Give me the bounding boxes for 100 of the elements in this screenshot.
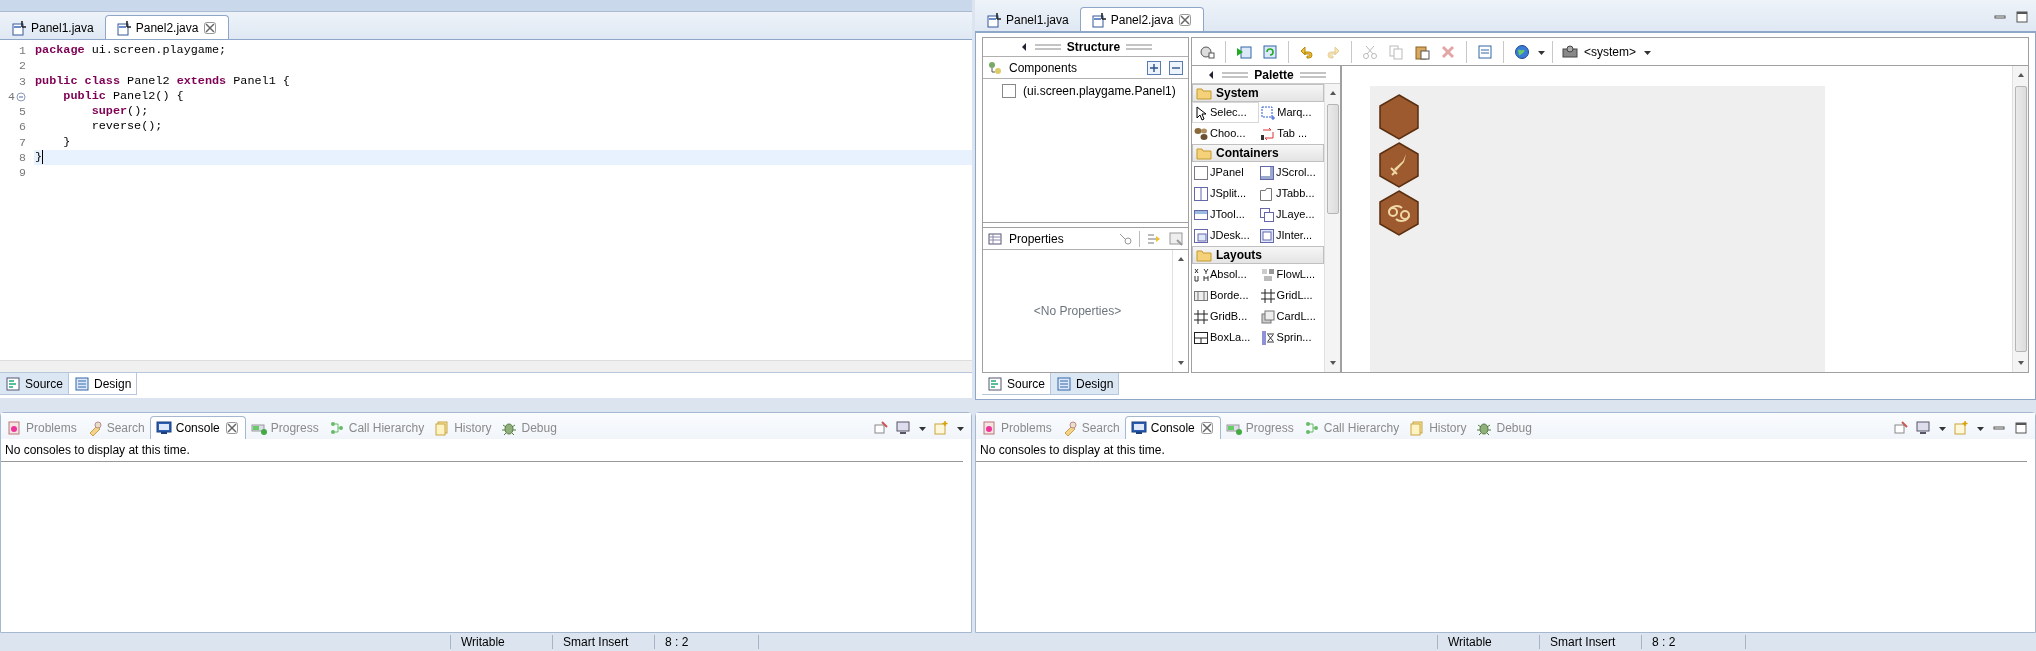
console-icon: [1130, 420, 1147, 436]
palette-category[interactable]: Layouts: [1192, 246, 1324, 264]
status-field: 8 : 2: [1641, 635, 1745, 649]
status-field: Smart Insert: [1539, 635, 1641, 649]
zodiac-tile-icon: [1378, 190, 1420, 236]
panel-title: Palette: [1254, 66, 1294, 84]
view-tab[interactable]: Console: [1124, 416, 1221, 439]
editor-mode-tab[interactable]: Design: [69, 373, 138, 395]
editor-tab[interactable]: Panel2.java: [104, 15, 230, 39]
grip-icon: [1299, 69, 1326, 80]
hierarchy-icon: [328, 419, 345, 436]
console-icon: [155, 420, 172, 436]
close-icon[interactable]: [1198, 420, 1215, 436]
java-file-icon: [115, 19, 132, 36]
line-number: 7: [18, 134, 27, 151]
fold-icon[interactable]: [16, 91, 26, 102]
editor-mode-tab[interactable]: Source: [982, 373, 1052, 395]
form-icon: [1477, 43, 1493, 60]
close-icon[interactable]: [223, 420, 240, 436]
tab-order-icon: [1260, 125, 1277, 142]
line-number: 9: [18, 165, 27, 181]
tree-item[interactable]: (ui.screen.playgame.Panel1): [1023, 82, 1176, 100]
internal-frame-icon: [1259, 227, 1275, 244]
palette-item[interactable]: Borde...: [1192, 285, 1259, 306]
line-number: 2: [18, 58, 27, 74]
status-field: Smart Insert: [552, 635, 654, 649]
pin-icon[interactable]: [873, 420, 889, 436]
maximize-icon[interactable]: [2013, 420, 2029, 436]
palette-item[interactable]: BoxLa...: [1192, 327, 1259, 348]
maximize-icon[interactable]: [2014, 9, 2030, 25]
java-file-icon: [986, 11, 1002, 28]
expand-all-icon[interactable]: [1146, 59, 1162, 76]
editor-tab[interactable]: Panel2.java: [1079, 7, 1205, 31]
palette-item[interactable]: Selec...: [1192, 102, 1260, 123]
status-field: Writable: [450, 635, 552, 649]
palette-item[interactable]: JInter...: [1258, 225, 1324, 246]
editor-tab[interactable]: Panel1.java: [975, 7, 1080, 31]
palette-item[interactable]: GridL...: [1258, 285, 1324, 306]
close-icon[interactable]: [1177, 11, 1194, 28]
palette-item[interactable]: JTool...: [1192, 204, 1258, 225]
layered-pane-icon: [1259, 206, 1275, 223]
vertical-scrollbar[interactable]: [2012, 66, 2028, 372]
palette-item[interactable]: JTabb...: [1258, 183, 1324, 204]
palette-item[interactable]: JLaye...: [1258, 204, 1324, 225]
monitor-icon[interactable]: [895, 420, 911, 436]
view-tab[interactable]: Console: [149, 416, 246, 439]
line-number: 8: [18, 150, 27, 166]
editor-tab[interactable]: Panel1.java: [0, 15, 105, 39]
code-line: public class Panel2 extends Panel1 {: [34, 73, 291, 89]
properties-icon: [987, 230, 1003, 247]
palette-item[interactable]: Absol...: [1192, 264, 1259, 285]
tabbed-pane-icon: [1259, 185, 1275, 202]
spring-layout-icon: [1259, 329, 1276, 346]
hexagon-tile-icon: [1378, 94, 1420, 140]
cut-icon: [1362, 43, 1378, 60]
palette-item[interactable]: Tab ...: [1259, 123, 1324, 144]
line-number: 3: [18, 73, 27, 89]
history-icon: [434, 419, 451, 436]
filter-icon[interactable]: [1168, 230, 1184, 247]
line-number: 5: [18, 104, 27, 120]
horizontal-scrollbar[interactable]: [0, 360, 972, 372]
palette-item[interactable]: Choo...: [1192, 123, 1260, 144]
palette-item[interactable]: JSplit...: [1192, 183, 1258, 204]
code-editor[interactable]: 1 2 3 4 5 6 7 8 9 package ui.screen.playgame; public class Panel2 extends Panel1 { public Panel2() { super(); reverse(); } }: [0, 40, 972, 360]
close-icon[interactable]: [202, 19, 219, 36]
system-dropdown[interactable]: <system>: [1562, 42, 1657, 61]
run-icon: [1236, 43, 1252, 60]
monitor-icon[interactable]: [1915, 420, 1931, 436]
view-title: Components: [1009, 59, 1079, 77]
line-number: 1: [18, 43, 27, 59]
palette-item[interactable]: Marq...: [1259, 102, 1324, 123]
code-line: super();: [90, 104, 150, 120]
collapse-all-icon[interactable]: [1168, 59, 1184, 76]
editor-mode-tab[interactable]: Source: [0, 373, 70, 395]
view-title: Properties: [1009, 230, 1065, 248]
paste-icon: [1414, 43, 1430, 60]
palette-item[interactable]: Sprin...: [1258, 327, 1324, 348]
palette-item[interactable]: CardL...: [1258, 306, 1324, 327]
pointer-icon: [1193, 104, 1209, 121]
palette-item[interactable]: FlowL...: [1258, 264, 1324, 285]
palette-item[interactable]: JDesk...: [1192, 225, 1258, 246]
grip-icon: [1222, 69, 1249, 80]
status-field: Writable: [1437, 635, 1539, 649]
status-field: 8 : 2: [654, 635, 758, 649]
palette-category[interactable]: Containers: [1192, 144, 1324, 162]
console-message: No consoles to display at this time.: [976, 439, 2027, 462]
absolute-layout-icon: [1193, 266, 1209, 283]
editor-mode-tab[interactable]: Design: [1051, 373, 1120, 395]
palette-item[interactable]: JScrol...: [1258, 162, 1324, 183]
java-file-icon: [1090, 11, 1107, 28]
vertical-scrollbar[interactable]: [1324, 84, 1340, 372]
palette-item[interactable]: GridB...: [1192, 306, 1259, 327]
palette-category[interactable]: System: [1192, 84, 1324, 102]
globe-icon: [1514, 43, 1530, 60]
pin-icon[interactable]: [1893, 420, 1909, 436]
line-number: 6: [18, 119, 27, 135]
grid-icon: [1193, 308, 1209, 325]
palette-item[interactable]: JPanel: [1192, 162, 1258, 183]
grip-icon: [1126, 42, 1153, 52]
empty-message: <No Properties>: [1033, 303, 1122, 320]
